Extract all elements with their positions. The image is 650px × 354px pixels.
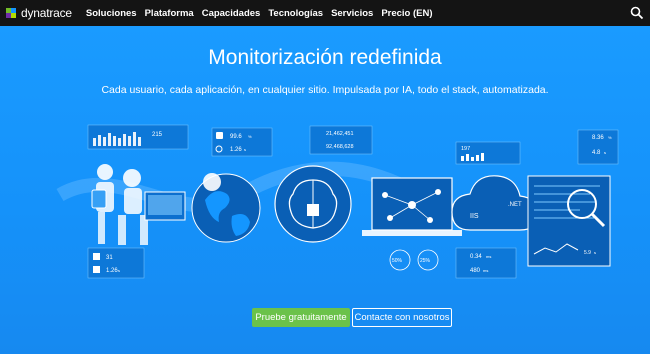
main-nav: Soluciones Plataforma Capacidades Tecnol… <box>86 8 441 19</box>
laptop-icon: 50% 25% <box>362 177 462 271</box>
hero-title: Monitorización redefinida <box>208 46 442 69</box>
log-window: 5.9 s <box>527 175 611 267</box>
host-cpu: 8.36 <box>592 135 604 141</box>
dependencies-count: 92,468,628 <box>326 144 354 150</box>
nav-item-servicios[interactable]: Servicios <box>331 8 373 19</box>
globe-icon <box>191 173 261 243</box>
dynatrace-logo-icon <box>6 8 16 18</box>
response-value: 1.26 <box>230 147 242 153</box>
nav-item-plataforma[interactable]: Plataforma <box>145 8 194 19</box>
top-navigation-bar: dynatrace Soluciones Plataforma Capacida… <box>0 0 650 26</box>
users-chart-panel: 215 <box>87 124 189 150</box>
cloud-icon: IIS .NET <box>451 175 539 231</box>
services-panel: 99.6 % 1.26 s <box>211 127 273 157</box>
host-panel: 8.36 % 4.8 s <box>577 129 619 165</box>
db-unit: ms <box>483 268 488 273</box>
search-icon[interactable] <box>630 6 644 20</box>
sessions-panel: 31 1.26 s <box>87 247 145 279</box>
load-unit: s <box>118 268 120 273</box>
nav-item-capacidades[interactable]: Capacidades <box>202 8 261 19</box>
apps-count: 197 <box>461 146 470 152</box>
host-mem: 4.8 <box>592 150 601 156</box>
db-value: 480 <box>470 268 481 274</box>
services-value: 99.6 <box>230 134 242 140</box>
host-cpu-unit: % <box>608 135 612 140</box>
iis-label: IIS <box>470 213 479 220</box>
users-count: 215 <box>152 132 163 138</box>
net-label: .NET <box>508 202 522 208</box>
services-unit: % <box>248 134 252 139</box>
chart-value: 5.9 <box>584 250 591 256</box>
try-free-button[interactable]: Pruebe gratuitamente <box>252 308 350 327</box>
process-panel: 0.34 ms 480 ms <box>455 247 517 279</box>
gauge-b-value: 25% <box>420 258 431 264</box>
host-mem-unit: s <box>604 150 606 155</box>
process-unit: ms <box>486 254 491 259</box>
nav-item-tecnologias[interactable]: Tecnologías <box>268 8 323 19</box>
response-unit: s <box>244 147 246 152</box>
sessions-count: 31 <box>106 255 113 261</box>
chart-unit: s <box>594 250 596 255</box>
calls-panel: 21,462,451 92,468,628 <box>309 125 373 155</box>
brand-name: dynatrace <box>21 6 72 20</box>
gauge-a-value: 50% <box>392 258 403 264</box>
user-desk-icon <box>91 164 186 245</box>
calls-count: 21,462,451 <box>326 131 354 137</box>
contact-us-button[interactable]: Contacte con nosotros <box>352 308 452 327</box>
load-value: 1.26 <box>106 268 118 274</box>
ai-brain-icon <box>274 165 352 243</box>
process-value: 0.34 <box>470 254 482 260</box>
hero-subtitle: Cada usuario, cada aplicación, en cualqu… <box>101 84 549 96</box>
nav-item-soluciones[interactable]: Soluciones <box>86 8 137 19</box>
apps-panel: 197 <box>455 141 521 165</box>
hero-illustration: 215 99.6 % 1.26 s 21,462,451 92,468,628 <box>56 124 619 279</box>
dynatrace-logo[interactable]: dynatrace <box>4 6 72 20</box>
nav-item-precio[interactable]: Precio (EN) <box>381 8 432 19</box>
